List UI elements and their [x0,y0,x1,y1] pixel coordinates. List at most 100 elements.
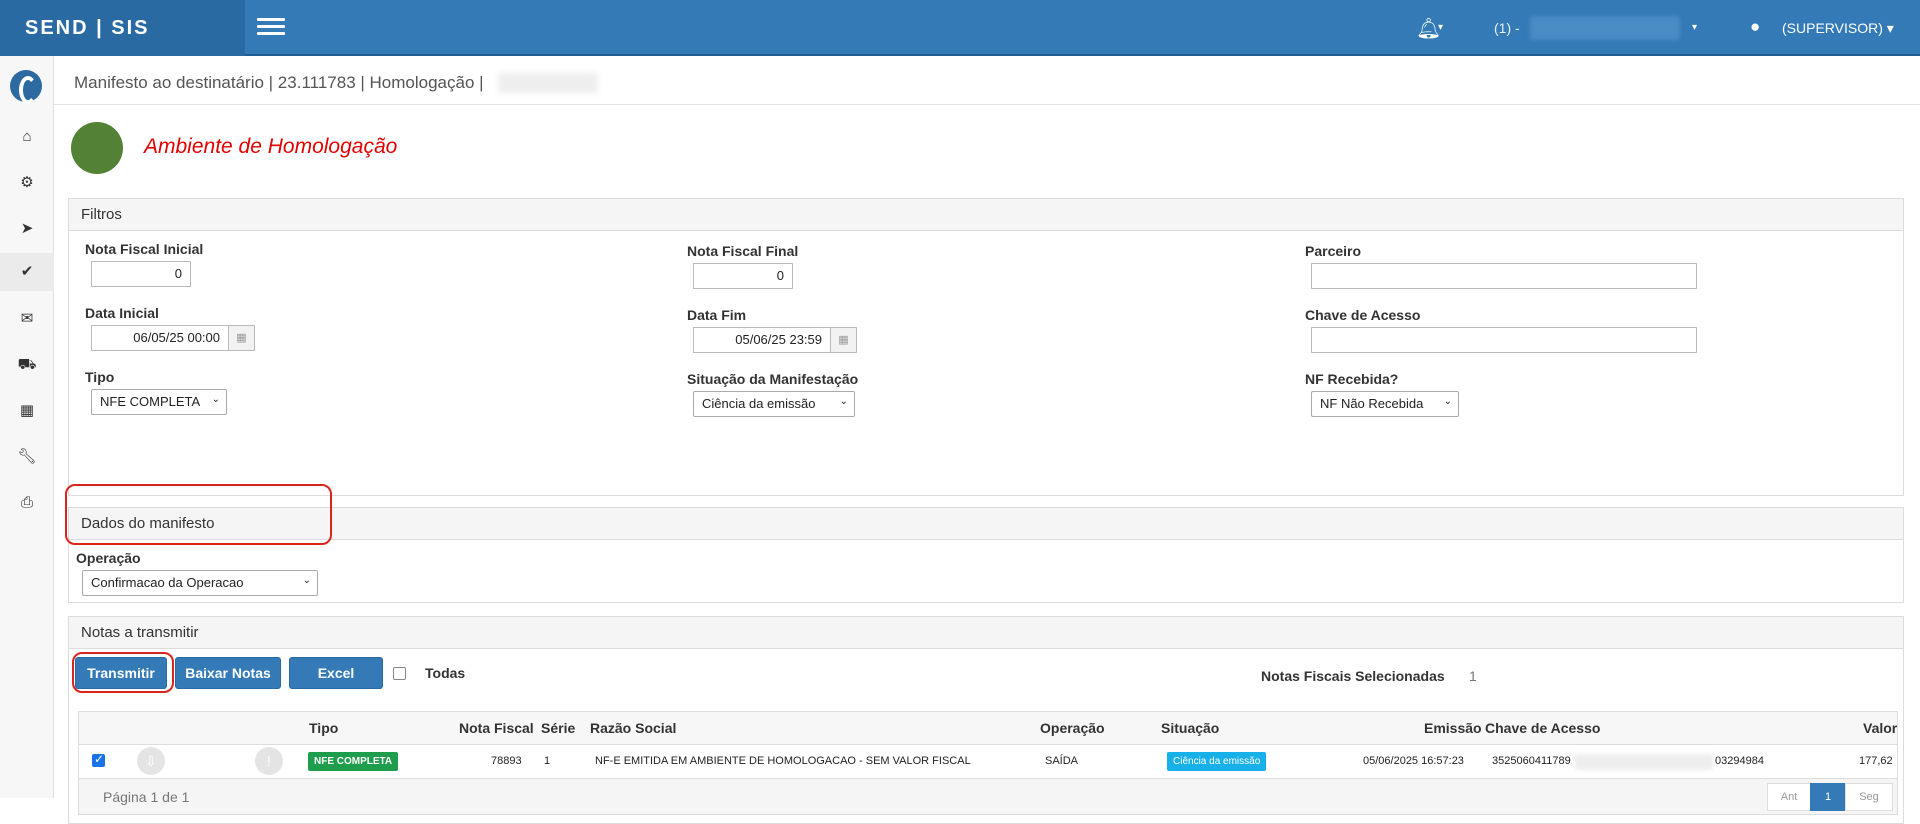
razao-social-cell: NF-E EMITIDA EM AMBIENTE DE HOMOLOGACAO … [595,755,971,767]
top-bar: SEND | SIS 🔔︎ ▾ (1) - ▾ ● (SUPERVISOR) ▾ [0,0,1920,56]
data-fim-label: Data Fim [687,307,746,323]
tipo-badge: NFE COMPLETA [308,752,398,771]
nf-recebida-select-value: NF Não Recebida [1320,396,1423,411]
data-inicial-label: Data Inicial [85,305,159,321]
brand-logo[interactable]: SEND | SIS [0,0,245,56]
nf-recebida-select[interactable]: NF Não Recebida ⌄ [1311,391,1459,417]
selected-count-label: Notas Fiscais Selecionadas [1261,668,1445,684]
company-selector-label[interactable]: (1) - [1494,20,1520,36]
calendar-icon[interactable]: ▦ [229,325,255,351]
nf-final-label: Nota Fiscal Final [687,243,798,259]
tipo-select[interactable]: NFE COMPLETA ⌄ [91,389,227,415]
nf-inicial-label: Nota Fiscal Inicial [85,241,203,257]
header-divider [54,104,1920,105]
nota-fiscal-cell: 78893 [491,755,522,767]
col-razao-social: Razão Social [590,720,676,736]
envelope-icon[interactable]: ✉ [0,300,54,338]
emissao-cell: 05/06/2025 16:57:23 [1363,755,1464,767]
double-check-icon[interactable]: ✔ [0,253,54,291]
pagination-next[interactable]: Seg [1845,783,1893,811]
filters-panel-title: Filtros [69,199,1903,231]
selected-count-value: 1 [1469,668,1477,684]
chevron-down-icon: ⌄ [1444,396,1452,407]
operacao-highlight [65,484,332,545]
tipo-select-value: NFE COMPLETA [100,394,200,409]
chevron-down-icon: ⌄ [840,396,848,407]
map-icon[interactable]: ▦ [0,392,54,430]
select-all-checkbox[interactable] [393,667,406,680]
situacao-select-value: Ciência da emissão [702,396,815,411]
table-row[interactable]: ⇩ ! NFE COMPLETA 78893 1 NF-E EMITIDA EM… [79,745,1897,779]
nf-recebida-label: NF Recebida? [1305,371,1398,387]
operacao-select-value: Confirmacao da Operacao [91,575,243,590]
nf-inicial-input[interactable]: 0 [91,261,191,287]
transmit-highlight [72,652,174,693]
parceiro-input[interactable] [1311,263,1697,289]
main-content: Manifesto ao destinatário | 23.111783 | … [54,56,1920,798]
chave-input[interactable] [1311,327,1697,353]
situacao-badge: Ciência da emissão [1167,752,1266,771]
info-icon[interactable]: ! [255,747,283,775]
app-logo-icon [10,70,42,102]
chave-redacted [1575,754,1713,770]
print-icon[interactable]: ⎙ [0,484,54,522]
col-operacao: Operação [1040,720,1105,736]
nf-final-input[interactable]: 0 [693,263,793,289]
calendar-icon[interactable]: ▦ [831,327,857,353]
sidebar: ⌂ ⚙ ➤ ✔ ✉ ⛟ ▦ 🔧︎ ⎙ [0,56,54,798]
environment-title: Ambiente de Homologação [144,135,397,159]
select-all-label: Todas [425,665,465,681]
chave-end-cell: 03294984 [1715,755,1764,767]
col-valor: Valor [1863,720,1897,736]
home-icon[interactable]: ⌂ [0,118,54,156]
menu-toggle-icon[interactable] [257,18,285,38]
situacao-select[interactable]: Ciência da emissão ⌄ [693,391,855,417]
operacao-label: Operação [76,550,141,566]
manifest-panel-title: Dados do manifesto [69,508,1903,540]
col-nota-fiscal: Nota Fiscal [459,720,534,736]
chevron-down-icon: ⌄ [212,394,220,405]
user-menu[interactable]: (SUPERVISOR) ▾ [1782,20,1894,37]
manifest-panel: Dados do manifesto Operação Confirmacao … [68,507,1904,603]
breadcrumb-redacted [498,73,598,93]
col-tipo: Tipo [309,720,338,736]
notifications-caret-icon[interactable]: ▾ [1438,22,1443,33]
download-icon[interactable]: ⇩ [137,747,165,775]
truck-icon[interactable]: ⛟ [0,346,54,384]
notes-panel: Notas a transmitir Transmitir Baixar Not… [68,616,1904,824]
table-header: Tipo Nota Fiscal Série Razão Social Oper… [79,712,1897,745]
wrench-icon[interactable]: 🔧︎ [0,438,54,476]
chave-label: Chave de Acesso [1305,307,1420,323]
col-serie: Série [541,720,575,736]
pagination-info: Página 1 de 1 [103,789,189,805]
row-checkbox[interactable] [92,754,105,767]
company-caret-icon[interactable]: ▾ [1692,22,1697,33]
paper-plane-icon[interactable]: ➤ [0,210,54,248]
pagination-prev[interactable]: Ant [1767,783,1811,811]
table-footer: Página 1 de 1 Ant 1 Seg [79,779,1897,814]
serie-cell: 1 [544,755,550,767]
col-situacao: Situação [1161,720,1219,736]
company-name-redacted [1530,16,1680,40]
environment-status-dot [71,122,123,174]
chave-start-cell: 3525060411789 [1492,755,1571,767]
operacao-cell: SAÍDA [1045,755,1078,767]
gears-icon[interactable]: ⚙ [0,164,54,202]
valor-cell: 177,62 [1859,755,1893,767]
chevron-down-icon: ⌄ [303,575,311,586]
notes-table: Tipo Nota Fiscal Série Razão Social Oper… [78,711,1898,815]
col-emissao: Emissão [1424,720,1482,736]
situacao-label: Situação da Manifestação [687,371,858,387]
pagination-current[interactable]: 1 [1810,783,1846,811]
notes-panel-title: Notas a transmitir [69,617,1903,649]
data-inicial-input[interactable]: 06/05/25 00:00 [91,325,229,351]
breadcrumb: Manifesto ao destinatário | 23.111783 | … [74,73,484,93]
col-chave: Chave de Acesso [1485,720,1600,736]
user-icon[interactable]: ● [1750,17,1760,37]
operacao-select[interactable]: Confirmacao da Operacao ⌄ [82,570,318,596]
parceiro-label: Parceiro [1305,243,1361,259]
filters-panel: Filtros Nota Fiscal Inicial 0 Nota Fisca… [68,198,1904,496]
excel-button[interactable]: Excel [289,657,383,689]
download-notes-button[interactable]: Baixar Notas [175,657,281,689]
data-fim-input[interactable]: 05/06/25 23:59 [693,327,831,353]
